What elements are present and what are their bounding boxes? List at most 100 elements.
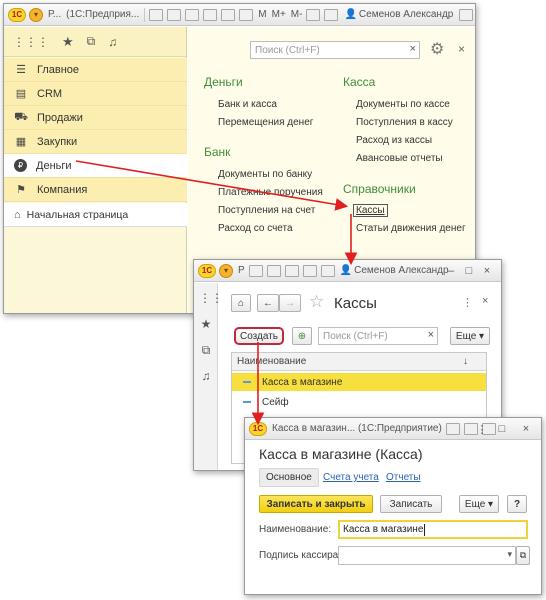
home-button[interactable]: ⌂ (231, 294, 251, 312)
clipboard-icon[interactable] (149, 8, 164, 21)
home-icon: ⌂ (14, 208, 21, 221)
name-input[interactable]: Касса в магазине (338, 520, 528, 539)
more-options-icon[interactable]: ⋮ (475, 422, 489, 436)
close-icon[interactable]: × (519, 422, 533, 436)
clipboard-icon[interactable] (248, 264, 263, 277)
link-cash-documents[interactable]: Документы по кассе (356, 99, 450, 110)
settings-gear-icon[interactable]: ⚙ (430, 39, 444, 59)
close-icon[interactable]: × (458, 42, 465, 56)
logo-1c-icon: 1С (8, 7, 26, 22)
memory-m-button[interactable]: M (258, 9, 266, 20)
more-button[interactable]: Еще ▾ (459, 495, 499, 513)
back-button[interactable]: ← (257, 294, 279, 312)
link-money-transfers[interactable]: Перемещения денег (218, 117, 313, 128)
table-row-selected[interactable]: Касса в магазине (232, 373, 486, 391)
calendar-icon[interactable] (239, 8, 254, 21)
ruble-coin-icon: ₽ (14, 159, 27, 172)
dropdown-icon[interactable] (459, 8, 474, 21)
link-cash-registers[interactable]: Кассы (353, 204, 388, 217)
clear-search-icon[interactable]: × (410, 43, 416, 55)
help-button[interactable]: ? (507, 495, 527, 513)
row-name: Касса в магазине (262, 376, 343, 388)
flag-icon: ⚑ (16, 184, 26, 196)
save-and-close-button[interactable]: Записать и закрыть (259, 495, 373, 513)
sidebar-item-label: Деньги (36, 159, 72, 172)
bell-icon[interactable] (324, 8, 339, 21)
upload-icon[interactable] (302, 264, 317, 277)
page-title: Кассы (334, 295, 377, 312)
dropdown-icon[interactable]: ▾ (507, 549, 512, 560)
favorites-star-icon[interactable]: ★ (199, 317, 213, 331)
link-cash-flow-items[interactable]: Статьи движения денег (356, 223, 466, 234)
user-name: Семенов Александр (354, 265, 449, 276)
link-bank-and-cash[interactable]: Банк и касса (218, 99, 277, 110)
forward-button[interactable]: → (279, 294, 301, 312)
grid-menu-icon[interactable]: ⋮⋮ (199, 291, 223, 305)
add-copy-button[interactable]: ⊕ (292, 327, 312, 345)
start-page-label: Начальная страница (26, 208, 129, 221)
link-bank-documents[interactable]: Документы по банку (218, 169, 312, 180)
link-account-expenses[interactable]: Расход со счета (218, 223, 293, 234)
section-title-bank: Банк (204, 145, 231, 159)
main-menu-button[interactable]: ▾ (29, 7, 43, 22)
notifications-bell-icon[interactable]: ♫ (199, 369, 213, 383)
grid-menu-icon[interactable]: ⋮⋮⋮ (13, 35, 49, 49)
print-icon[interactable] (167, 8, 182, 21)
memory-minus-button[interactable]: M- (291, 9, 303, 20)
save-button[interactable]: Записать (380, 495, 442, 513)
main-menu-button[interactable]: ▾ (219, 263, 233, 278)
copy-icon[interactable] (320, 264, 335, 277)
tab-main[interactable]: Основное (259, 468, 319, 487)
link-cash-receipts[interactable]: Поступления в кассу (356, 117, 453, 128)
save-icon[interactable] (284, 264, 299, 277)
open-icon[interactable]: ⧉ (516, 546, 530, 565)
link-payment-orders[interactable]: Платежные поручения (218, 187, 323, 198)
sidebar-item-money[interactable]: ₽ Деньги (4, 154, 187, 178)
favorites-star-icon[interactable]: ★ (62, 34, 74, 50)
clear-search-icon[interactable]: × (428, 329, 434, 341)
link-advance-reports[interactable]: Авансовые отчеты (356, 153, 443, 164)
favorite-star-icon[interactable]: ☆ (309, 292, 324, 312)
calculator-icon[interactable] (221, 8, 236, 21)
close-form-icon[interactable]: × (482, 295, 488, 307)
page-title: Касса в магазине (Касса) (259, 446, 423, 462)
close-icon[interactable]: × (480, 264, 494, 278)
search-input[interactable]: Поиск (Ctrl+F) × (250, 41, 420, 59)
cashier-signature-input[interactable]: ▾ (338, 546, 516, 565)
sidebar-item-purchases[interactable]: ▦ Закупки (4, 130, 187, 154)
link-icon[interactable] (445, 422, 460, 435)
print-icon[interactable] (266, 264, 281, 277)
sidebar-item-crm[interactable]: ▤ CRM (4, 82, 187, 106)
user-name: Семенов Александр (358, 9, 454, 20)
sidebar-item-sales[interactable]: ⛟ Продажи (4, 106, 187, 130)
start-page-tab[interactable]: ⌂ Начальная страница (4, 203, 187, 227)
more-button[interactable]: Еще ▾ (450, 327, 490, 345)
tab-accounts[interactable]: Счета учета (323, 472, 379, 483)
maximize-icon[interactable]: □ (462, 264, 476, 278)
memory-plus-button[interactable]: M+ (272, 9, 286, 20)
sidebar-item-main[interactable]: ☰ Главное (4, 58, 187, 82)
sidebar-item-company[interactable]: ⚑ Компания (4, 178, 187, 202)
maximize-icon[interactable]: □ (495, 422, 509, 436)
section-title-references: Справочники (343, 182, 416, 196)
more-options-icon[interactable]: ⋮ (462, 296, 473, 309)
search-placeholder: Поиск (Ctrl+F) (323, 330, 388, 342)
menu-lines-icon: ☰ (16, 64, 26, 76)
logo-1c-icon: 1С (198, 263, 216, 278)
table-row[interactable]: Сейф (232, 393, 486, 411)
create-button[interactable]: Создать (234, 327, 284, 345)
table-header[interactable]: Наименование ↓ (232, 353, 486, 371)
notifications-bell-icon[interactable]: ♫ (108, 35, 117, 49)
copy-icon[interactable] (203, 8, 218, 21)
minimize-icon[interactable]: – (444, 264, 458, 278)
zoom-icon[interactable] (306, 8, 321, 21)
save-icon[interactable] (185, 8, 200, 21)
history-icon[interactable]: ⧉ (87, 34, 96, 49)
history-icon[interactable]: ⧉ (199, 343, 213, 358)
tab-reports[interactable]: Отчеты (386, 472, 421, 483)
link-cash-expenses[interactable]: Расход из кассы (356, 135, 432, 146)
kassy-vertical-toolbar: ⋮⋮ ★ ⧉ ♫ (194, 283, 223, 470)
more-label: Еще (464, 498, 486, 510)
link-account-receipts[interactable]: Поступления на счет (218, 205, 315, 216)
kassy-search-input[interactable]: Поиск (Ctrl+F) × (318, 327, 438, 345)
